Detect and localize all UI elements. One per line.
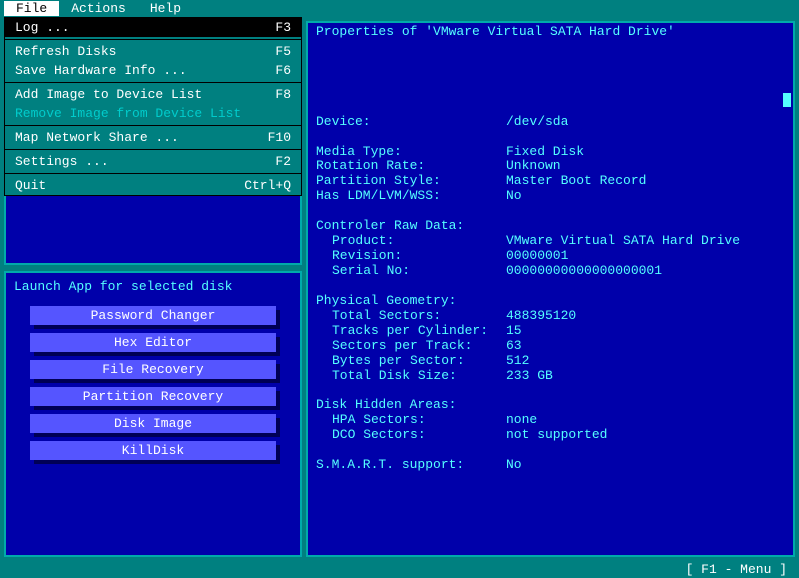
prop-label: HPA Sectors:: [332, 413, 506, 428]
prop-label: Revision:: [332, 249, 506, 264]
prop-label: Bytes per Sector:: [332, 354, 506, 369]
prop-label: Product:: [332, 234, 506, 249]
prop-value: No: [506, 189, 522, 204]
menu-item-mapnet[interactable]: Map Network Share ... F10: [5, 128, 301, 147]
prop-label: Media Type:: [316, 145, 506, 160]
disk-image-button[interactable]: Disk Image: [30, 414, 276, 433]
menu-item-label: Add Image to Device List: [15, 87, 202, 102]
prop-label: Serial No:: [332, 264, 506, 279]
menu-separator: [5, 125, 301, 126]
menu-item-label: Settings ...: [15, 154, 109, 169]
menu-item-shortcut: F5: [275, 44, 291, 59]
properties-title: Properties of 'VMware Virtual SATA Hard …: [316, 25, 785, 40]
menu-separator: [5, 173, 301, 174]
hex-editor-button[interactable]: Hex Editor: [30, 333, 276, 352]
prop-label: S.M.A.R.T. support:: [316, 458, 506, 473]
prop-heading: Disk Hidden Areas:: [316, 398, 506, 413]
prop-value: No: [506, 458, 522, 473]
prop-value: 512: [506, 354, 529, 369]
prop-label: Rotation Rate:: [316, 159, 506, 174]
partition-recovery-button[interactable]: Partition Recovery: [30, 387, 276, 406]
menu-separator: [5, 82, 301, 83]
menu-item-log[interactable]: Log ... F3: [5, 18, 301, 37]
prop-label: Sectors per Track:: [332, 339, 506, 354]
prop-value: 63: [506, 339, 522, 354]
menu-item-label: Log ...: [15, 20, 70, 35]
launch-title: Launch App for selected disk: [6, 273, 300, 304]
menu-item-label: Refresh Disks: [15, 44, 116, 59]
killdisk-button[interactable]: KillDisk: [30, 441, 276, 460]
menu-item-quit[interactable]: Quit Ctrl+Q: [5, 176, 301, 195]
prop-label: Tracks per Cylinder:: [332, 324, 506, 339]
password-changer-button[interactable]: Password Changer: [30, 306, 276, 325]
prop-label: Device:: [316, 115, 506, 130]
prop-value: VMware Virtual SATA Hard Drive: [506, 234, 740, 249]
file-recovery-button[interactable]: File Recovery: [30, 360, 276, 379]
menu-item-shortcut: F3: [275, 20, 291, 35]
menu-help[interactable]: Help: [138, 1, 193, 16]
prop-value: /dev/sda: [506, 115, 568, 130]
properties-content: Properties of 'VMware Virtual SATA Hard …: [308, 23, 793, 555]
prop-value: 00000000000000000001: [506, 264, 662, 279]
menu-item-label: Save Hardware Info ...: [15, 63, 187, 78]
status-hint: [ F1 - Menu ]: [686, 562, 787, 577]
prop-label: DCO Sectors:: [332, 428, 506, 443]
menu-item-label: Remove Image from Device List: [15, 106, 241, 121]
menu-item-rmimg: Remove Image from Device List: [5, 104, 301, 123]
prop-label: Partition Style:: [316, 174, 506, 189]
menu-item-addimg[interactable]: Add Image to Device List F8: [5, 85, 301, 104]
menu-item-settings[interactable]: Settings ... F2: [5, 152, 301, 171]
prop-value: Master Boot Record: [506, 174, 646, 189]
menu-item-label: Map Network Share ...: [15, 130, 179, 145]
scrollbar-thumb[interactable]: [783, 93, 791, 107]
prop-label: Has LDM/LVM/WSS:: [316, 189, 506, 204]
prop-value: 15: [506, 324, 522, 339]
prop-label: Total Disk Size:: [332, 369, 506, 384]
menu-item-shortcut: F10: [268, 130, 291, 145]
prop-value: Unknown: [506, 159, 561, 174]
menubar: File Actions Help: [0, 0, 799, 17]
menu-file[interactable]: File: [4, 1, 59, 16]
status-bar: [ F1 - Menu ]: [0, 561, 799, 578]
prop-value: Fixed Disk: [506, 145, 584, 160]
menu-item-label: Quit: [15, 178, 46, 193]
prop-heading: Physical Geometry:: [316, 294, 506, 309]
prop-value: not supported: [506, 428, 607, 443]
properties-panel: Properties of 'VMware Virtual SATA Hard …: [306, 21, 795, 557]
menu-item-savehw[interactable]: Save Hardware Info ... F6: [5, 61, 301, 80]
menu-item-shortcut: Ctrl+Q: [244, 178, 291, 193]
menu-separator: [5, 149, 301, 150]
prop-value: 00000001: [506, 249, 568, 264]
menu-actions[interactable]: Actions: [59, 1, 138, 16]
menu-item-shortcut: F2: [275, 154, 291, 169]
file-dropdown: Log ... F3 Refresh Disks F5 Save Hardwar…: [4, 17, 302, 196]
menu-item-shortcut: F6: [275, 63, 291, 78]
prop-value: 233 GB: [506, 369, 553, 384]
launch-panel: Launch App for selected disk Password Ch…: [4, 271, 302, 557]
menu-item-refresh[interactable]: Refresh Disks F5: [5, 42, 301, 61]
menu-item-shortcut: F8: [275, 87, 291, 102]
menu-separator: [5, 39, 301, 40]
prop-label: Total Sectors:: [332, 309, 506, 324]
prop-heading: Controler Raw Data:: [316, 219, 506, 234]
prop-value: none: [506, 413, 537, 428]
prop-value: 488395120: [506, 309, 576, 324]
